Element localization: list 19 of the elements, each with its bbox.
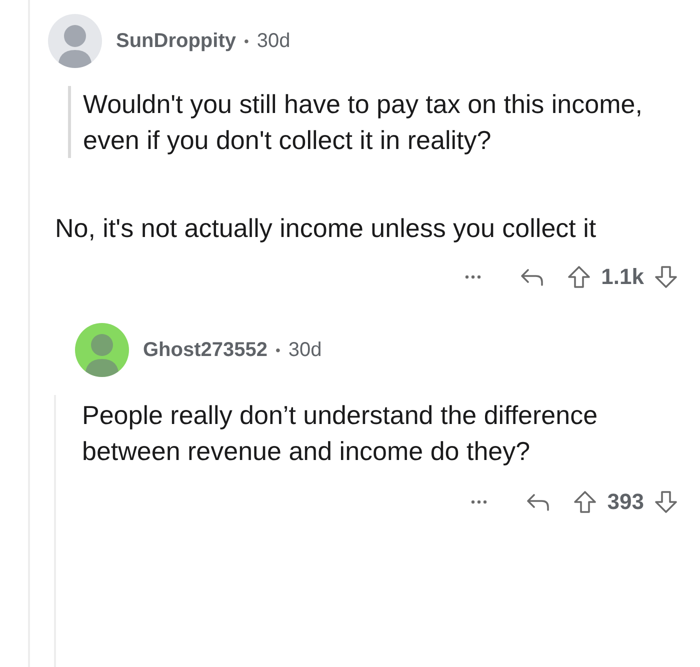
more-options-icon[interactable]: [471, 498, 488, 504]
comment-body: No, it's not actually income unless you collect it: [55, 212, 598, 245]
vote-score: 1.1k: [601, 263, 644, 291]
reply-icon[interactable]: [519, 266, 546, 286]
separator-dot: •: [244, 32, 249, 50]
upvote-icon[interactable]: [573, 490, 598, 514]
username[interactable]: Ghost273552: [143, 335, 268, 365]
comment-age: 30d: [256, 29, 290, 54]
comment-age: 30d: [288, 338, 322, 363]
downvote-icon[interactable]: [654, 490, 678, 514]
username[interactable]: SunDroppity: [116, 26, 236, 56]
more-options-icon[interactable]: [465, 274, 482, 280]
downvote-icon[interactable]: [654, 264, 678, 288]
vote-score: 393: [607, 488, 644, 516]
separator-dot: •: [276, 340, 280, 360]
upvote-icon[interactable]: [567, 264, 592, 288]
reply-icon[interactable]: [525, 492, 552, 512]
quoted-text: Wouldn't you still have to pay tax on this income, even if you don't collect it in reality?: [83, 88, 644, 157]
comment-body: People really don’t understand the difference between revenue and income do they?: [82, 399, 599, 468]
